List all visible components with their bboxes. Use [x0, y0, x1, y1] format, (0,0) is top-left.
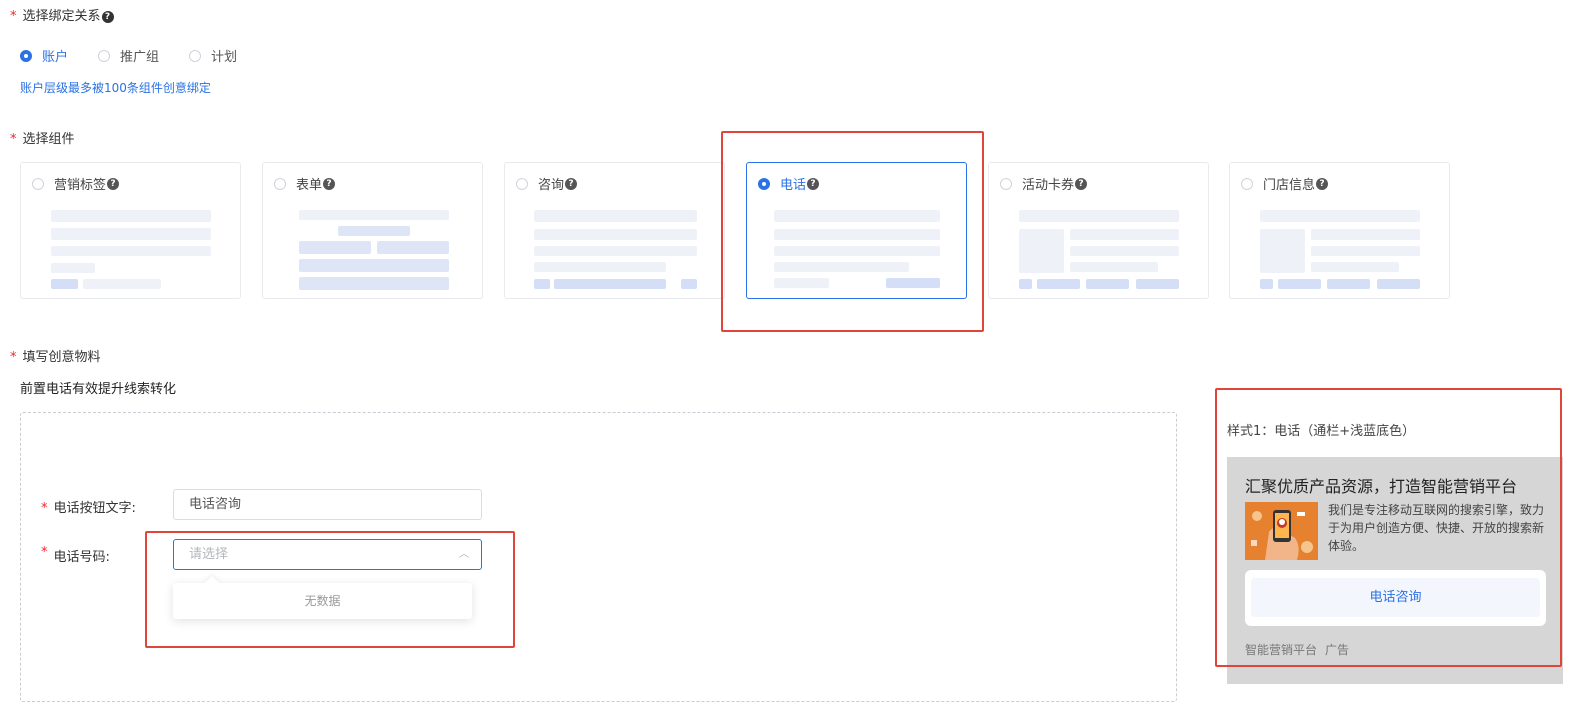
skeleton-line [1070, 246, 1179, 256]
binding-section-label: * 选择绑定关系? [10, 5, 114, 24]
skeleton-tag [1136, 279, 1179, 289]
phone-number-label: * 电话号码: [41, 545, 110, 565]
component-card-coupon[interactable]: 活动卡券? [988, 162, 1209, 299]
skeleton-icon [1260, 279, 1273, 289]
radio-unchecked-icon [189, 49, 202, 62]
skeleton-line [1260, 210, 1420, 222]
radio-checked-icon [20, 49, 32, 62]
skeleton-line [51, 228, 211, 240]
radio-unchecked-icon [32, 177, 44, 190]
preview-footer: 智能营销平台 广告 [1245, 641, 1349, 658]
preview-call-button[interactable]: 电话咨询 [1251, 578, 1540, 617]
skeleton-line [774, 262, 909, 272]
preview-style-label: 样式1：电话（通栏+浅蓝底色） [1227, 424, 1416, 439]
skeleton-line [83, 279, 161, 289]
help-icon[interactable]: ? [565, 177, 578, 190]
skeleton-line [51, 246, 211, 256]
skeleton-line [1070, 262, 1158, 272]
radio-plan[interactable]: 计划 [189, 46, 237, 65]
skeleton-line [534, 246, 697, 256]
skeleton-line [774, 210, 940, 222]
skeleton-line [338, 226, 410, 236]
skeleton-button [299, 277, 449, 290]
help-icon[interactable]: ? [807, 177, 820, 190]
skeleton-image [1260, 229, 1305, 273]
skeleton-tag [51, 279, 78, 289]
component-card-phone[interactable]: 电话? [746, 162, 967, 299]
ad-preview: 汇聚优质产品资源，打造智能营销平台 我们是专注移动互联网的搜索引擎，致力于为用户… [1227, 457, 1563, 684]
skeleton-line [534, 210, 697, 222]
skeleton-icon [534, 279, 550, 289]
preview-ad-tag: 广告 [1325, 643, 1350, 657]
creative-subtitle: 前置电话有效提升线索转化 [20, 382, 177, 397]
components-section-label: * 选择组件 [10, 132, 75, 147]
chevron-up-icon: ︿ [459, 549, 469, 560]
phone-hand-illustration-icon [1245, 502, 1318, 560]
skeleton-line [534, 262, 666, 272]
skeleton-line [774, 229, 940, 240]
skeleton-tag [1327, 279, 1370, 289]
skeleton-field [299, 241, 371, 254]
binding-hint: 账户层级最多被100条组件创意绑定 [20, 81, 211, 95]
preview-brand: 智能营销平台 [1245, 643, 1318, 657]
skeleton-field [299, 259, 449, 272]
skeleton-button [554, 279, 666, 289]
skeleton-field [377, 241, 449, 254]
help-icon[interactable]: ? [1075, 177, 1088, 190]
skeleton-line [1019, 210, 1179, 222]
help-icon[interactable]: ? [1316, 177, 1329, 190]
skeleton-tag [1377, 279, 1420, 289]
radio-unchecked-icon [274, 177, 286, 190]
skeleton-line [534, 229, 697, 240]
preview-image [1245, 502, 1318, 560]
preview-button-wrap: 电话咨询 [1245, 570, 1546, 626]
radio-unchecked-icon [98, 49, 111, 62]
skeleton-image [1019, 229, 1064, 273]
skeleton-icon [681, 279, 697, 289]
phone-dropdown-empty: 无数据 [173, 583, 472, 619]
preview-description: 我们是专注移动互联网的搜索引擎，致力于为用户创造方便、快捷、开放的搜索新体验。 [1328, 503, 1545, 553]
radio-unchecked-icon [516, 177, 528, 190]
button-text-input[interactable]: 电话咨询 [173, 489, 482, 520]
skeleton-tag [1278, 279, 1321, 289]
help-icon[interactable]: ? [107, 177, 120, 190]
component-card-store-info[interactable]: 门店信息? [1229, 162, 1450, 299]
radio-unchecked-icon [1241, 177, 1253, 190]
skeleton-line [299, 210, 449, 220]
skeleton-button [886, 278, 940, 288]
component-card-form[interactable]: 表单? [262, 162, 483, 299]
skeleton-line [1311, 246, 1420, 256]
help-icon[interactable]: ? [101, 11, 114, 23]
skeleton-line [1311, 229, 1420, 240]
skeleton-line [51, 263, 95, 273]
radio-account[interactable]: 账户 [20, 46, 68, 65]
creative-section-label: * 填写创意物料 [10, 350, 101, 365]
radio-unchecked-icon [1000, 177, 1012, 190]
button-text-label: * 电话按钮文字: [41, 501, 136, 516]
radio-checked-icon [758, 177, 770, 190]
component-card-consult[interactable]: 咨询? [504, 162, 725, 299]
skeleton-line [1311, 262, 1399, 272]
skeleton-line [774, 278, 829, 288]
phone-number-select[interactable]: 请选择 ︿ [173, 539, 482, 570]
help-icon[interactable]: ? [323, 177, 336, 190]
binding-radio-group: 账户 推广组 计划 [20, 46, 267, 65]
component-card-marketing-tag[interactable]: 营销标签? [20, 162, 241, 299]
skeleton-line [1070, 229, 1179, 240]
skeleton-tag [1086, 279, 1129, 289]
radio-adgroup[interactable]: 推广组 [98, 46, 159, 65]
skeleton-line [51, 210, 211, 222]
skeleton-icon [1019, 279, 1032, 289]
preview-headline: 汇聚优质产品资源，打造智能营销平台 [1245, 477, 1518, 496]
skeleton-line [774, 246, 940, 256]
skeleton-tag [1037, 279, 1080, 289]
